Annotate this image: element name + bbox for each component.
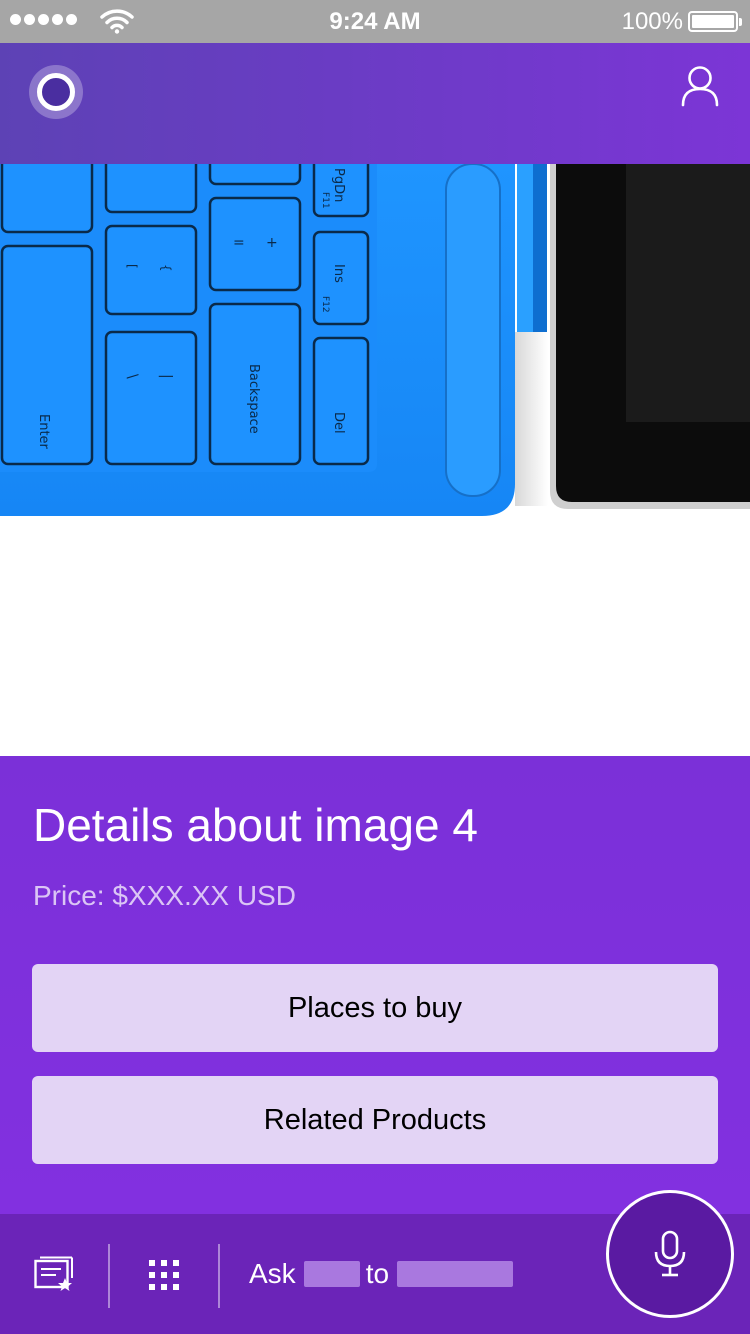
- svg-text:+: +: [266, 235, 278, 251]
- app-header: [0, 43, 750, 164]
- svg-text:Del: Del: [331, 412, 346, 434]
- svg-text:[: [: [125, 264, 139, 269]
- svg-text:|: |: [158, 374, 174, 379]
- details-panel: Details about image 4 Price: $XXX.XX USD…: [0, 756, 750, 1214]
- svg-text:\: \: [124, 374, 140, 379]
- svg-text:PgDn: PgDn: [331, 168, 346, 202]
- redacted-block: [397, 1261, 514, 1287]
- ask-word: Ask: [249, 1258, 296, 1289]
- redacted-block: [303, 1261, 360, 1287]
- divider: [218, 1244, 220, 1308]
- battery-percent: 100%: [621, 8, 683, 35]
- svg-text:F11: F11: [320, 192, 330, 209]
- svg-text:Ins: Ins: [331, 264, 346, 283]
- status-bar: 9:24 AM 100%: [0, 0, 750, 43]
- keyboard-tablet-illustration: Enter Backspace Del Ins F12 PgDn F11 = +…: [0, 164, 750, 516]
- details-title: Details about image 4: [33, 799, 478, 851]
- grid-dots-icon[interactable]: [149, 1260, 179, 1290]
- svg-text:Enter: Enter: [36, 414, 51, 450]
- related-products-button[interactable]: Related Products: [32, 1076, 718, 1164]
- to-word: to: [365, 1258, 390, 1289]
- notebook-star-icon[interactable]: [34, 1256, 74, 1292]
- battery-icon: [688, 11, 742, 32]
- price-text: Price: $XXX.XX USD: [33, 880, 296, 911]
- microphone-icon: [654, 1230, 686, 1277]
- cortana-ring-icon[interactable]: [29, 65, 83, 119]
- product-image[interactable]: Enter Backspace Del Ins F12 PgDn F11 = +…: [0, 164, 750, 756]
- divider: [108, 1244, 110, 1308]
- svg-text:F12: F12: [320, 296, 330, 313]
- ask-input-prompt[interactable]: Ask to: [249, 1258, 514, 1290]
- svg-text:{: {: [159, 264, 173, 272]
- person-icon[interactable]: [680, 65, 720, 107]
- microphone-button[interactable]: [606, 1190, 734, 1318]
- svg-text:Backspace: Backspace: [246, 364, 261, 434]
- svg-text:=: =: [233, 235, 245, 251]
- places-to-buy-button[interactable]: Places to buy: [32, 964, 718, 1052]
